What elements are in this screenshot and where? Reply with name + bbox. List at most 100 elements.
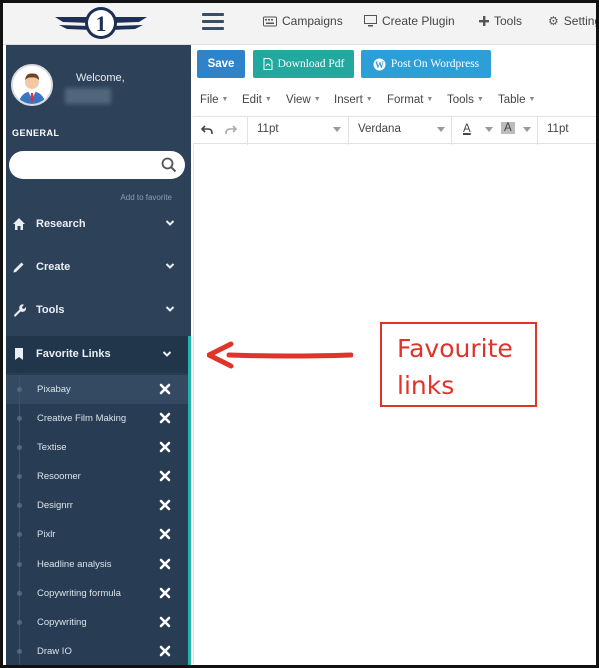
remove-favorite-icon[interactable] (159, 645, 171, 657)
favorite-item-label: Copywriting formula (37, 588, 121, 599)
gear-icon: ⚙ (548, 14, 559, 28)
menu-table[interactable]: Table ▼ (498, 94, 535, 106)
remove-favorite-icon[interactable] (159, 616, 171, 628)
favorite-item-headline-analysis[interactable]: Headline analysis (6, 550, 188, 579)
remove-favorite-icon[interactable] (159, 383, 171, 395)
menu-insert[interactable]: Insert ▼ (334, 94, 373, 106)
font-size-select-2[interactable]: 11pt (547, 123, 569, 135)
search-box[interactable] (9, 151, 185, 179)
favorite-item-designrr[interactable]: Designrr (6, 491, 188, 520)
username-redacted (65, 88, 111, 104)
user-avatar-icon (13, 66, 51, 104)
sidebar-item-create[interactable]: Create (6, 251, 191, 283)
favorite-item-label: Copywriting (37, 617, 87, 628)
wrench-icon (14, 304, 26, 317)
post-on-wordpress-button[interactable]: W Post On Wordpress (361, 50, 491, 78)
logo[interactable]: 1 (51, 5, 151, 43)
favorite-item-copywriting[interactable]: Copywriting (6, 608, 188, 637)
sidebar-item-label: Tools (36, 304, 65, 316)
nav-settings[interactable]: ⚙ Settings (548, 14, 596, 28)
redo-icon[interactable] (225, 124, 237, 136)
undo-icon[interactable] (201, 124, 213, 136)
add-to-favorite-link[interactable]: Add to favorite (120, 193, 172, 202)
nav-create-plugin[interactable]: Create Plugin (364, 14, 455, 28)
chevron-down-icon (162, 351, 172, 357)
favorite-item-pixabay[interactable]: Pixabay (6, 375, 188, 404)
sidebar-item-label: Create (36, 261, 71, 273)
nav-create-plugin-label: Create Plugin (382, 14, 455, 28)
text-color-button[interactable]: A (463, 123, 471, 135)
menu-edit[interactable]: Edit ▼ (242, 94, 272, 106)
remove-favorite-icon[interactable] (159, 558, 171, 570)
welcome-text: Welcome, (76, 72, 125, 84)
favorite-item-label: Designrr (37, 500, 73, 511)
save-button-label: Save (207, 58, 235, 70)
sidebar-item-tools[interactable]: Tools (6, 294, 191, 326)
favorite-item-creative-film-making[interactable]: Creative Film Making (6, 404, 188, 433)
favorite-item-textise[interactable]: Textise (6, 433, 188, 462)
save-button[interactable]: Save (197, 50, 245, 78)
remove-favorite-icon[interactable] (159, 441, 171, 453)
sidebar: Welcome, GENERAL Add to favorite Researc… (6, 45, 191, 665)
screenshot-frame: 1 Campaigns Create Plugin Tools ⚙ Settin… (0, 0, 599, 668)
pdf-file-icon (263, 58, 273, 70)
editor-menubar: File ▼ Edit ▼ View ▼ Insert ▼ Format ▼ Tools ▼… (193, 89, 596, 113)
hamburger-menu-icon[interactable] (202, 13, 224, 31)
nav-campaigns[interactable]: Campaigns (263, 14, 343, 28)
font-size-select[interactable]: 11pt (257, 123, 279, 135)
remove-favorite-icon[interactable] (159, 587, 171, 599)
remove-favorite-icon[interactable] (159, 499, 171, 511)
font-family-value: Verdana (358, 123, 401, 135)
sidebar-item-label: Favorite Links (36, 348, 111, 360)
keyboard-icon (263, 16, 277, 26)
favorite-item-pixlr[interactable]: Pixlr (6, 520, 188, 549)
post-on-wordpress-label: Post On Wordpress (390, 58, 480, 70)
annotation-text: Favourite links (397, 330, 513, 404)
section-title-general: GENERAL (12, 128, 60, 138)
menu-format[interactable]: Format ▼ (387, 94, 433, 106)
menu-file[interactable]: File ▼ (200, 94, 228, 106)
remove-favorite-icon[interactable] (159, 470, 171, 482)
sidebar-item-label: Research (36, 218, 86, 230)
menu-label: Table (498, 94, 526, 106)
annotation-line-2: links (397, 371, 455, 400)
background-color-button[interactable]: A (501, 122, 515, 134)
nav-tools[interactable]: Tools (479, 14, 522, 28)
menu-tools[interactable]: Tools ▼ (447, 94, 484, 106)
download-pdf-button[interactable]: Download Pdf (253, 50, 354, 78)
favorite-links-list: Pixabay Creative Film Making Textise Res… (6, 373, 191, 665)
search-input[interactable] (19, 157, 159, 173)
font-family-caret-icon (437, 127, 445, 132)
wordpress-icon: W (373, 58, 386, 70)
favorite-item-label: Pixabay (37, 384, 71, 395)
annotation-callout: Favourite links (380, 322, 537, 407)
text-color-caret-icon (485, 127, 493, 132)
menu-label: File (200, 94, 219, 106)
font-size-value: 11pt (257, 123, 279, 135)
nav-campaigns-label: Campaigns (282, 14, 343, 28)
font-size-caret-icon (333, 127, 341, 132)
annotation-arrow-icon (207, 341, 353, 369)
chevron-down-icon (165, 306, 175, 312)
remove-favorite-icon[interactable] (159, 412, 171, 424)
remove-favorite-icon[interactable] (159, 528, 171, 540)
sidebar-item-research[interactable]: Research (6, 208, 191, 240)
avatar[interactable] (11, 64, 53, 106)
text-color-label: A (463, 123, 471, 135)
chevron-down-icon (165, 220, 175, 226)
nav-settings-label: Settings (563, 14, 596, 28)
menu-view[interactable]: View ▼ (286, 94, 321, 106)
search-icon[interactable] (161, 157, 177, 173)
font-family-select[interactable]: Verdana (358, 123, 401, 135)
favorite-item-draw-io[interactable]: Draw IO (6, 637, 188, 665)
favorite-item-label: Pixlr (37, 529, 56, 540)
home-icon (13, 218, 25, 230)
favorite-item-label: Textise (37, 442, 67, 453)
nav-tools-label: Tools (494, 14, 523, 28)
download-pdf-label: Download Pdf (277, 58, 345, 70)
sidebar-item-favorite-links[interactable]: Favorite Links (6, 336, 191, 373)
favorite-item-copywriting-formula[interactable]: Copywriting formula (6, 579, 188, 608)
annotation-line-1: Favourite (397, 334, 513, 363)
favorite-item-resoomer[interactable]: Resoomer (6, 462, 188, 491)
chevron-down-icon (165, 263, 175, 269)
